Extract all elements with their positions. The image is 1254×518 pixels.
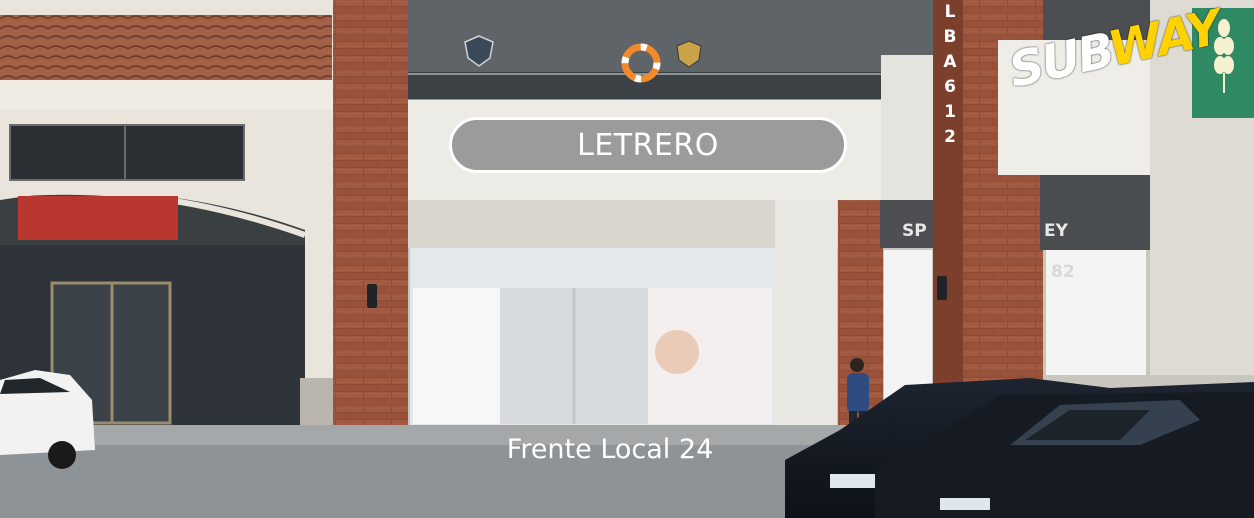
shield-icon: [464, 35, 494, 67]
storefront-right-text: EY: [1044, 221, 1068, 241]
storefront-left-text: SP: [902, 221, 927, 241]
lifebuoy-icon: [621, 43, 661, 83]
pillar-letter: 1: [944, 102, 956, 122]
wall-lamp-icon: [937, 276, 947, 300]
pillar-vertical-letters: L B A 6 1 2: [941, 0, 959, 150]
badge-icon: [676, 40, 702, 68]
store-sign-text: LETRERO: [577, 127, 719, 163]
storefront-number: 82: [1051, 262, 1075, 282]
storefront-scene: LETRERO Frente Local 24 SUBWAY L B A 6 1…: [0, 0, 1254, 518]
pillar-letter: 2: [944, 127, 956, 147]
location-caption: Frente Local 24: [506, 434, 714, 465]
pillar-letter: 6: [944, 77, 956, 97]
pillar-letter: L: [944, 2, 956, 22]
wall-lamp-icon: [367, 284, 377, 308]
pillar-letter: B: [943, 27, 957, 47]
pillar-letter: A: [943, 52, 957, 72]
store-sign: LETRERO: [449, 117, 847, 173]
